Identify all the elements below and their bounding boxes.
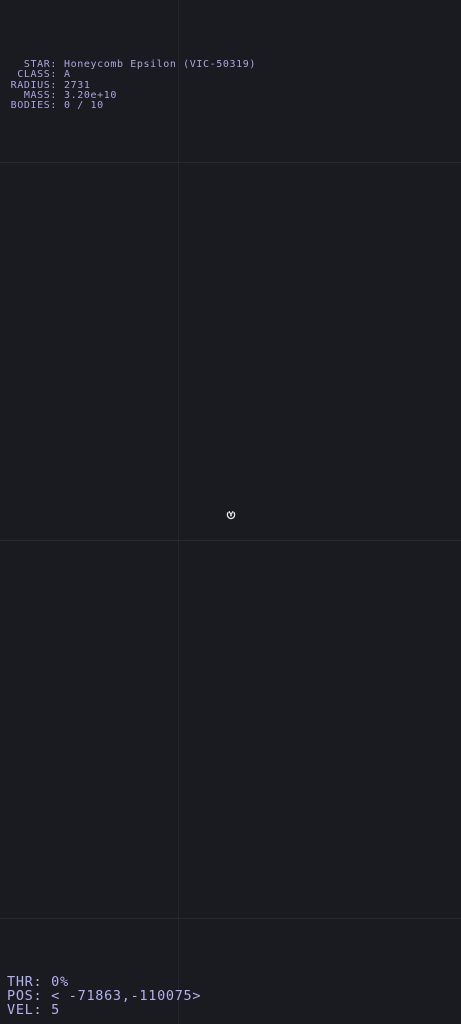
- star-name-value: Honeycomb Epsilon (VIC-50319): [64, 59, 256, 70]
- velocity-readout: VEL: 5: [7, 1003, 201, 1017]
- thrust-readout: THR: 0%: [7, 975, 201, 989]
- position-readout: POS: < -71863,-110075>: [7, 989, 201, 1003]
- grid-line-horizontal: [0, 540, 461, 541]
- ship-status-hud: THR: 0% POS: < -71863,-110075> VEL: 5: [7, 975, 201, 1017]
- velocity-value: 5: [51, 1002, 60, 1018]
- grid-line-horizontal: [0, 162, 461, 163]
- star-bodies-row: BODIES: 0 / 10: [6, 100, 256, 112]
- star-bodies-value: 0 / 10: [64, 100, 104, 112]
- star-bodies-label: BODIES:: [10, 100, 57, 112]
- position-value: < -71863,-110075>: [51, 988, 202, 1004]
- grid-line-vertical: [178, 0, 179, 1024]
- grid-line-horizontal: [0, 918, 461, 919]
- ship-icon: [225, 506, 237, 520]
- star-info-panel: STAR: Honeycomb Epsilon (VIC-50319) CLASS…: [6, 59, 256, 112]
- space-viewport[interactable]: STAR: Honeycomb Epsilon (VIC-50319) CLASS…: [0, 0, 461, 1024]
- velocity-label: VEL:: [7, 1002, 43, 1018]
